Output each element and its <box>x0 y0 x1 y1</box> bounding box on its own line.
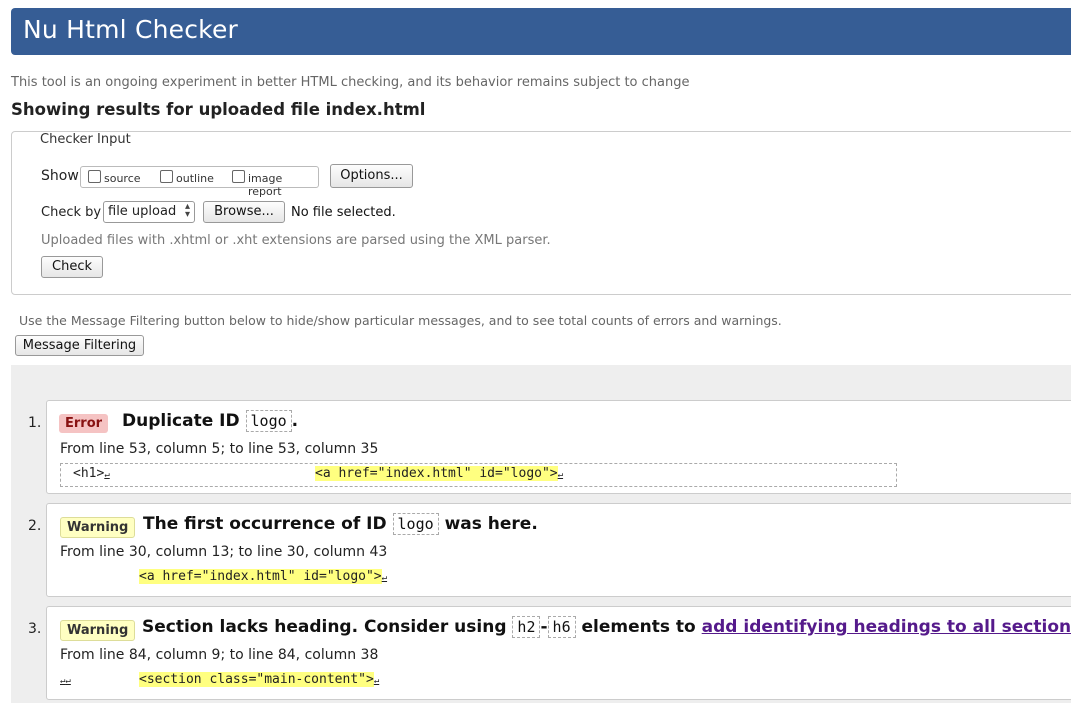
message-card-warning: Warning The first occurrence of ID logo … <box>46 503 1071 597</box>
message-number: 3. <box>28 621 42 637</box>
checker-input-legend: Checker Input <box>38 132 133 147</box>
message-dash: - <box>540 617 548 637</box>
extract-highlighted-code: <a href="index.html" id="logo"> <box>139 569 382 584</box>
headings-help-link[interactable]: add identifying headings to all sections <box>702 617 1071 637</box>
message-text: Duplicate ID logo. <box>122 410 299 432</box>
message-number: 2. <box>28 518 42 534</box>
source-checkbox[interactable] <box>88 170 101 183</box>
extract-prefix: ↵↵ <box>60 672 71 687</box>
outline-checkbox-label[interactable]: outline <box>176 172 214 185</box>
message-card-error: Error Duplicate ID logo. From line 53, c… <box>46 400 1071 494</box>
extract-text: <h1> <box>73 466 105 481</box>
message-text: The first occurrence of ID logo was here… <box>143 513 538 535</box>
show-options-box: source outline image report <box>80 166 319 198</box>
app-header: Nu Html Checker <box>11 8 1071 55</box>
extract-highlighted-code: <section class="main-content"> <box>139 672 374 687</box>
message-text-part: . <box>291 411 299 431</box>
check-by-label: Check by <box>41 205 102 220</box>
check-by-select[interactable]: file upload ▴ ▾ <box>103 201 195 223</box>
message-location: From line 84, column 9; to line 84, colu… <box>60 647 379 663</box>
results-title: Showing results for uploaded file index.… <box>11 100 426 119</box>
message-code: logo <box>245 410 292 432</box>
line-feed-icon: ↵ <box>65 676 71 686</box>
filter-note: Use the Message Filtering button below t… <box>19 313 782 328</box>
message-text-part: was here. <box>444 514 538 534</box>
message-code: h2 <box>512 616 541 638</box>
message-code: h6 <box>547 616 576 638</box>
select-arrows-icon: ▴ ▾ <box>184 201 190 220</box>
extract-highlight: <a href="index.html" id="logo">↵ <box>139 569 387 584</box>
message-text: Section lacks heading. Consider using h2… <box>142 616 1071 638</box>
app-title: Nu Html Checker <box>23 15 239 44</box>
line-feed-icon: ↵ <box>557 470 564 480</box>
check-by-value: file upload <box>108 204 177 219</box>
message-text-part: elements to <box>581 617 696 637</box>
line-feed-icon: ↵ <box>104 470 110 480</box>
warning-badge: Warning <box>60 517 136 538</box>
message-card-warning: Warning Section lacks heading. Consider … <box>46 606 1071 700</box>
line-feed-icon: ↵ <box>373 676 380 686</box>
message-location: From line 53, column 5; to line 53, colu… <box>60 441 379 457</box>
line-feed-icon: ↵ <box>381 573 388 583</box>
message-filtering-button[interactable]: Message Filtering <box>15 335 144 356</box>
image-report-checkbox-label[interactable]: image report <box>248 172 318 198</box>
parser-note: Uploaded files with .xhtml or .xht exten… <box>41 233 551 248</box>
extract-highlighted-code: <a href="index.html" id="logo"> <box>315 466 558 481</box>
message-text-part: Section lacks heading. Consider using <box>142 617 507 637</box>
error-badge: Error <box>59 414 109 433</box>
outline-checkbox[interactable] <box>160 170 173 183</box>
message-code: logo <box>392 513 439 535</box>
extract-highlight: <a href="index.html" id="logo">↵ <box>315 466 563 481</box>
intro-text: This tool is an ongoing experiment in be… <box>11 75 690 90</box>
file-status: No file selected. <box>291 205 396 220</box>
extract-prefix: <h1>↵ <box>73 466 110 481</box>
message-text-part: The first occurrence of ID <box>143 514 387 534</box>
browse-button[interactable]: Browse... <box>203 201 285 223</box>
show-label: Show <box>41 168 79 184</box>
check-button[interactable]: Check <box>41 256 103 278</box>
options-button[interactable]: Options... <box>330 164 413 188</box>
source-checkbox-label[interactable]: source <box>104 172 141 185</box>
extract-highlight: <section class="main-content">↵ <box>139 672 379 687</box>
warning-badge: Warning <box>60 620 136 641</box>
message-location: From line 30, column 13; to line 30, col… <box>60 544 388 560</box>
message-number: 1. <box>28 415 42 431</box>
message-text-part: Duplicate ID <box>122 411 240 431</box>
image-report-checkbox[interactable] <box>232 170 245 183</box>
